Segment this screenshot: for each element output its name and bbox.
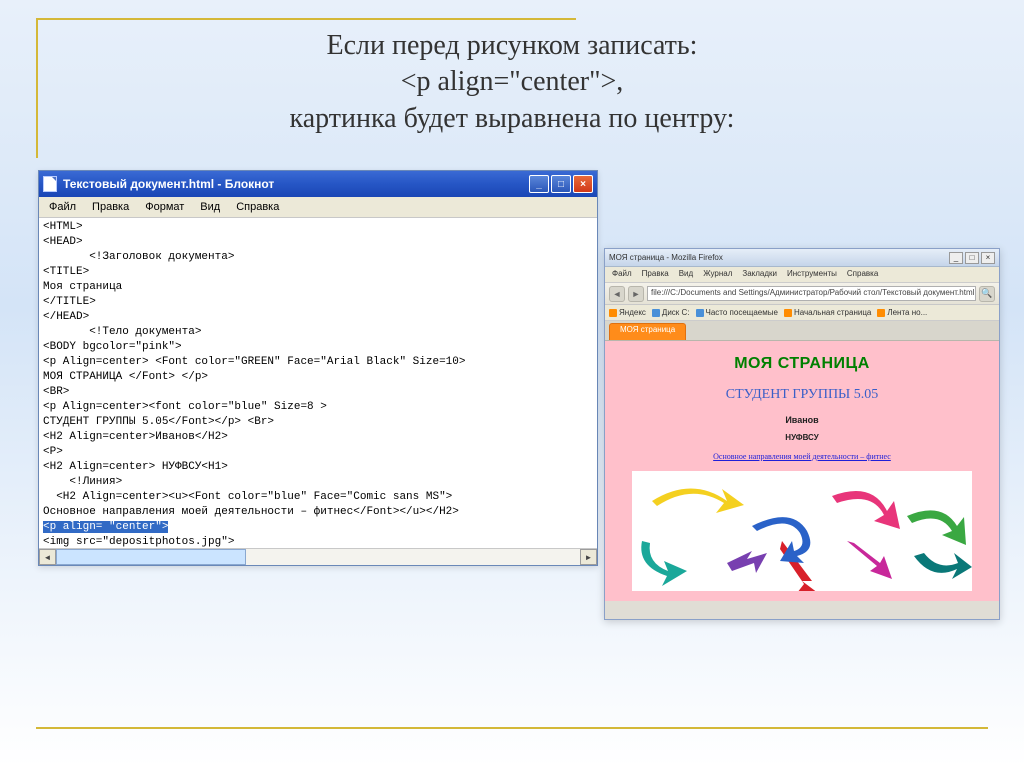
minimize-button[interactable]: _ <box>529 175 549 193</box>
arrows-illustration <box>632 471 972 591</box>
browser-titlebar[interactable]: МОЯ страница - Mozilla Firefox _ □ × <box>605 249 999 267</box>
search-icon[interactable]: 🔍 <box>979 286 995 302</box>
notepad-menubar: Файл Правка Формат Вид Справка <box>39 197 597 218</box>
bookmark-item[interactable]: Лента но... <box>877 308 927 317</box>
browser-page-content: МОЯ СТРАНИЦА СТУДЕНТ ГРУППЫ 5.05 Иванов … <box>605 341 999 601</box>
close-button[interactable]: × <box>981 252 995 264</box>
notepad-titlebar[interactable]: Текстовый документ.html - Блокнот _ □ × <box>39 171 597 197</box>
scroll-right-arrow-icon[interactable]: ► <box>580 549 597 565</box>
scroll-left-arrow-icon[interactable]: ◄ <box>39 549 56 565</box>
page-heading: НУФВСУ <box>605 433 999 442</box>
menu-item[interactable]: Вид <box>192 199 228 215</box>
browser-tab-bar: МОЯ страница <box>605 321 999 341</box>
scroll-track[interactable] <box>56 549 580 565</box>
slide-border-bottom <box>36 727 988 729</box>
browser-tab[interactable]: МОЯ страница <box>609 323 686 340</box>
forward-button[interactable]: ► <box>628 286 644 302</box>
browser-menubar: Файл Правка Вид Журнал Закладки Инструме… <box>605 267 999 283</box>
menu-item[interactable]: Справка <box>842 268 883 281</box>
menu-item[interactable]: Файл <box>41 199 84 215</box>
minimize-button[interactable]: _ <box>949 252 963 264</box>
page-title: МОЯ СТРАНИЦА <box>605 355 999 373</box>
notepad-window: Текстовый документ.html - Блокнот _ □ × … <box>38 170 598 566</box>
menu-item[interactable]: Закладки <box>737 268 782 281</box>
notepad-title-text: Текстовый документ.html - Блокнот <box>63 177 529 191</box>
menu-item[interactable]: Правка <box>84 199 137 215</box>
bookmarks-bar: Яндекс Диск C: Часто посещаемые Начальна… <box>605 305 999 321</box>
embedded-image <box>632 471 972 591</box>
page-subtitle: СТУДЕНТ ГРУППЫ 5.05 <box>605 387 999 403</box>
menu-item[interactable]: Журнал <box>698 268 737 281</box>
maximize-button[interactable]: □ <box>965 252 979 264</box>
menu-item[interactable]: Справка <box>228 199 287 215</box>
menu-item[interactable]: Правка <box>637 268 674 281</box>
browser-toolbar: ◄ ► file:///C:/Documents and Settings/Ад… <box>605 283 999 305</box>
browser-title-text: МОЯ страница - Mozilla Firefox <box>609 253 949 262</box>
document-icon <box>43 176 57 192</box>
back-button[interactable]: ◄ <box>609 286 625 302</box>
menu-item[interactable]: Формат <box>137 199 192 215</box>
menu-item[interactable]: Инструменты <box>782 268 842 281</box>
bookmark-item[interactable]: Часто посещаемые <box>696 308 778 317</box>
notepad-text-area[interactable]: <HTML> <HEAD> <!Заголовок документа> <TI… <box>39 218 597 548</box>
bookmark-item[interactable]: Начальная страница <box>784 308 871 317</box>
scroll-thumb[interactable] <box>56 549 246 565</box>
maximize-button[interactable]: □ <box>551 175 571 193</box>
page-link[interactable]: Основное направления моей деятельности –… <box>605 452 999 461</box>
horizontal-scrollbar[interactable]: ◄ ► <box>39 548 597 565</box>
browser-window: МОЯ страница - Mozilla Firefox _ □ × Фай… <box>604 248 1000 620</box>
url-bar[interactable]: file:///C:/Documents and Settings/Админи… <box>647 286 976 301</box>
bookmark-item[interactable]: Диск C: <box>652 308 690 317</box>
bookmark-item[interactable]: Яндекс <box>609 308 646 317</box>
menu-item[interactable]: Вид <box>674 268 698 281</box>
page-heading: Иванов <box>605 415 999 425</box>
slide-border-corner <box>36 18 576 158</box>
menu-item[interactable]: Файл <box>607 268 637 281</box>
close-button[interactable]: × <box>573 175 593 193</box>
